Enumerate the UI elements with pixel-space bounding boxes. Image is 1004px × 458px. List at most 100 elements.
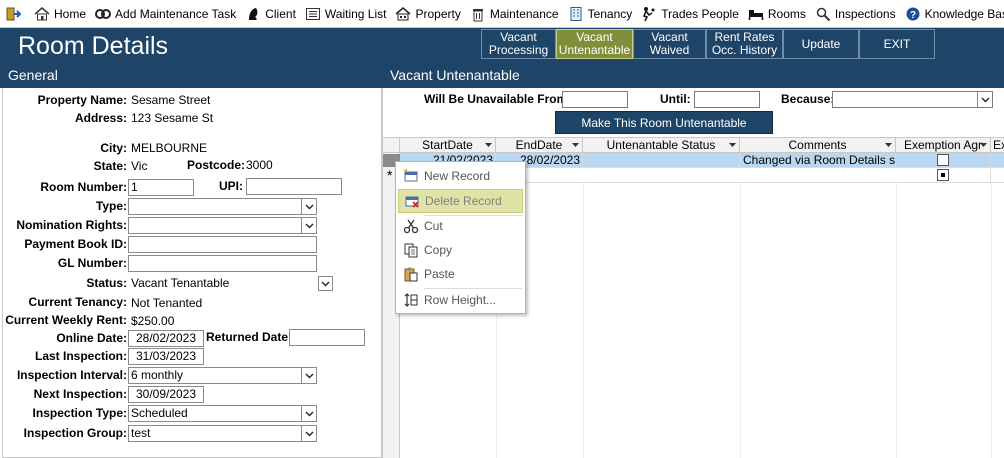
property-name-label: Property Name: xyxy=(37,93,127,107)
last-inspection-input[interactable]: 31/03/2023 xyxy=(128,348,204,365)
toolbar-rooms[interactable]: Rooms xyxy=(743,0,810,27)
sort-arrow-icon[interactable] xyxy=(885,141,892,149)
online-date-input[interactable]: 28/02/2023 xyxy=(128,330,204,347)
current-tenancy-value: Not Tenanted xyxy=(131,296,203,310)
gl-number-input[interactable] xyxy=(128,255,317,272)
toolbar-home[interactable]: Home xyxy=(29,0,90,27)
chevron-down-icon[interactable] xyxy=(301,426,316,441)
untenantable-status-header-label: Untenantable Status xyxy=(606,138,716,152)
toolbar-add-maintenance-task[interactable]: Add Maintenance Task xyxy=(90,0,240,27)
toolbar-inspections[interactable]: Inspections xyxy=(810,0,900,27)
toolbar-maintenance[interactable]: Maintenance xyxy=(465,0,563,27)
menu-item-copy[interactable]: Copy xyxy=(398,238,523,262)
until-input[interactable] xyxy=(694,91,760,108)
inspection-group-label: Inspection Group: xyxy=(23,426,127,440)
menu-item-delete-record[interactable]: Delete Record xyxy=(398,189,523,213)
page-title: Room Details xyxy=(18,32,169,60)
menu-item-paste[interactable]: Paste xyxy=(398,262,523,286)
property-icon xyxy=(394,5,412,23)
menu-item-new-record[interactable]: New Record xyxy=(398,164,523,188)
enddate-header-label: EndDate xyxy=(515,138,563,152)
menu-item-paste-label: Paste xyxy=(424,267,455,281)
inspection-type-value: Scheduled xyxy=(131,406,188,420)
online-date-label: Online Date: xyxy=(56,331,127,345)
upi-label: UPI: xyxy=(219,179,243,193)
returned-date-input[interactable] xyxy=(289,329,365,346)
general-section-title: General xyxy=(0,62,382,88)
chevron-down-icon[interactable] xyxy=(977,92,992,107)
sort-arrow-icon[interactable] xyxy=(485,141,492,149)
people-icon xyxy=(640,5,658,23)
untenantable-status-cell[interactable] xyxy=(583,153,740,168)
toolbar-client[interactable]: Client xyxy=(240,0,300,27)
exemption-cell-new[interactable] xyxy=(896,168,991,183)
because-select[interactable] xyxy=(832,91,993,108)
column-header-exemption-agreement[interactable]: Exemption Agr xyxy=(896,138,991,153)
comments-cell[interactable]: Changed via Room Details scr xyxy=(740,153,896,168)
menu-item-cut[interactable]: Cut xyxy=(398,214,523,238)
payment-book-id-input[interactable] xyxy=(128,236,317,253)
postcode-value: 3000 xyxy=(246,158,273,172)
sort-arrow-icon[interactable] xyxy=(729,141,736,149)
inspection-interval-select[interactable]: 6 monthly xyxy=(128,367,317,384)
because-label: Because: xyxy=(781,92,835,106)
exemption-cell[interactable] xyxy=(896,153,991,168)
current-weekly-rent-label: Current Weekly Rent: xyxy=(5,313,127,327)
sort-arrow-icon[interactable] xyxy=(980,141,987,149)
status-dropdown-chevron-down-icon[interactable] xyxy=(318,276,333,291)
current-weekly-rent-value: $250.00 xyxy=(131,314,175,328)
make-room-untenantable-button[interactable]: Make This Room Untenantable xyxy=(555,111,773,134)
exemption-checkbox-new[interactable] xyxy=(937,169,949,181)
column-header-comments[interactable]: Comments xyxy=(740,138,896,153)
type-select[interactable] xyxy=(128,198,317,215)
room-details-window: Home Add Maintenance Task Client Waiting… xyxy=(0,0,1004,458)
toolbar-trades-people[interactable]: Trades People xyxy=(636,0,743,27)
exit-label: EXIT xyxy=(883,36,911,51)
inspection-type-select[interactable]: Scheduled xyxy=(128,405,317,422)
next-inspection-input[interactable]: 30/09/2023 xyxy=(128,386,204,403)
toolbar-knowledge-base[interactable]: ? Knowledge Bas xyxy=(900,0,1004,27)
client-icon xyxy=(244,5,262,23)
update-button[interactable]: Update xyxy=(783,29,859,59)
column-header-ex[interactable]: Ex xyxy=(991,138,1004,153)
exit-button[interactable]: EXIT xyxy=(859,29,935,59)
update-label: Update xyxy=(801,36,841,51)
column-header-startdate[interactable]: StartDate xyxy=(400,138,496,153)
city-label: City: xyxy=(100,141,127,155)
chevron-down-icon[interactable] xyxy=(301,406,316,421)
vacant-processing-line1: Vacant xyxy=(500,30,537,44)
inspection-group-select[interactable]: test xyxy=(128,425,317,442)
toolbar-exit[interactable] xyxy=(0,0,29,27)
magnifier-icon xyxy=(814,5,832,23)
new-record-icon xyxy=(398,168,424,184)
column-header-enddate[interactable]: EndDate xyxy=(496,138,583,153)
toolbar-property[interactable]: Property xyxy=(390,0,464,27)
toolbar-knowledge-base-label: Knowledge Bas xyxy=(924,6,1004,21)
chevron-down-icon[interactable] xyxy=(301,218,316,233)
menu-item-row-height[interactable]: Row Height... xyxy=(398,288,523,312)
room-number-input[interactable]: 1 xyxy=(128,179,194,196)
vacant-waived-button[interactable]: Vacant Waived xyxy=(633,29,706,59)
current-tenancy-label: Current Tenancy: xyxy=(28,295,127,309)
menu-item-row-height-label: Row Height... xyxy=(424,293,497,307)
list-icon xyxy=(304,5,322,23)
chevron-down-icon[interactable] xyxy=(301,199,316,214)
column-header-untenantable-status[interactable]: Untenantable Status xyxy=(583,138,740,153)
rent-rates-occ-history-button[interactable]: Rent Rates Occ. History xyxy=(706,29,783,59)
select-all-corner[interactable] xyxy=(383,138,400,153)
state-label: State: xyxy=(93,159,127,173)
top-toolbar: Home Add Maintenance Task Client Waiting… xyxy=(0,0,1004,28)
nomination-rights-select[interactable] xyxy=(128,217,317,234)
toolbar-home-label: Home xyxy=(54,6,87,21)
toolbar-tenancy[interactable]: Tenancy xyxy=(563,0,637,27)
startdate-header-label: StartDate xyxy=(422,138,473,152)
unavailable-from-input[interactable] xyxy=(562,91,628,108)
vacant-untenantable-button[interactable]: Vacant Untenantable xyxy=(556,29,633,59)
upi-input[interactable] xyxy=(246,178,342,195)
sort-arrow-icon[interactable] xyxy=(572,141,579,149)
exemption-checkbox[interactable] xyxy=(937,154,949,166)
toolbar-waiting-list[interactable]: Waiting List xyxy=(300,0,391,27)
chevron-down-icon[interactable] xyxy=(301,368,316,383)
occ-history-line2: Occ. History xyxy=(711,43,778,57)
vacant-processing-button[interactable]: Vacant Processing xyxy=(481,29,556,59)
